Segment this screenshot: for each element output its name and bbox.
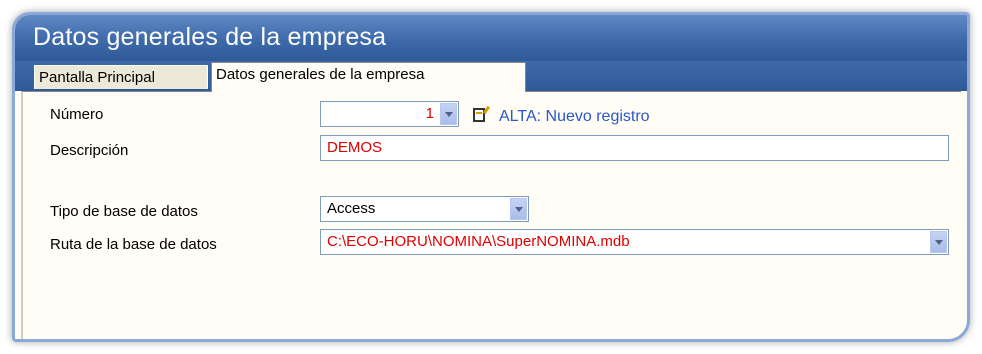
form-panel: Número 1 ALTA: Nuevo registro Descripció… (21, 91, 961, 339)
ruta-bd-value: C:\ECO-HORU\NOMINA\SuperNOMINA.mdb (327, 233, 630, 250)
tab-datos-generales[interactable]: Datos generales de la empresa (211, 62, 526, 92)
numero-combobox[interactable]: 1 (320, 101, 459, 127)
title-bar: Datos generales de la empresa (15, 15, 967, 61)
numero-dropdown-button[interactable] (440, 103, 457, 125)
ruta-bd-label: Ruta de la base de datos (50, 236, 217, 253)
tipo-bd-dropdown-button[interactable] (510, 198, 527, 220)
tab-pantalla-principal[interactable]: Pantalla Principal (34, 65, 208, 89)
numero-value: 1 (425, 105, 434, 122)
tipo-bd-select[interactable]: Access (320, 196, 529, 222)
numero-label: Número (50, 106, 104, 123)
tipo-bd-label: Tipo de base de datos (50, 203, 198, 220)
ruta-bd-dropdown-button[interactable] (930, 231, 947, 253)
company-data-window: Datos generales de la empresa Pantalla P… (12, 12, 970, 342)
ruta-bd-combobox[interactable]: C:\ECO-HORU\NOMINA\SuperNOMINA.mdb (320, 229, 949, 255)
descripcion-label: Descripción (50, 142, 129, 159)
tab-strip: Pantalla Principal Datos generales de la… (15, 61, 967, 92)
record-status-text: ALTA: Nuevo registro (499, 108, 650, 125)
tipo-bd-value: Access (327, 200, 376, 217)
descripcion-input[interactable]: DEMOS (320, 135, 949, 161)
window-title: Datos generales de la empresa (33, 23, 387, 51)
edit-note-icon[interactable] (473, 108, 485, 122)
